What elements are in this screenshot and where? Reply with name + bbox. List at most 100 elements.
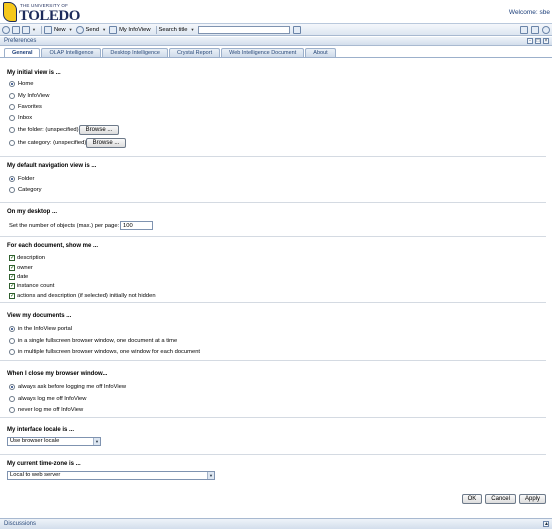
initial-view-option-favorites[interactable]: Favorites <box>9 104 42 110</box>
tab-general[interactable]: General <box>4 48 41 57</box>
my-infoview-button[interactable]: My InfoView <box>119 27 150 33</box>
radio-button[interactable] <box>9 407 15 413</box>
browse-category-button[interactable]: Browse ... <box>86 138 126 148</box>
ok-button[interactable]: OK <box>461 494 483 504</box>
list-view-icon[interactable] <box>12 25 20 34</box>
refresh-icon[interactable] <box>2 25 10 34</box>
navigation-view-section: My default navigation view is ... Folder… <box>0 158 546 203</box>
apply-button[interactable]: Apply <box>518 494 546 504</box>
radio-button[interactable] <box>9 384 15 390</box>
show-actions-checkbox[interactable]: ✓ actions and description (if selected) … <box>9 293 156 299</box>
initial-view-title: My initial view is ... <box>7 70 61 76</box>
dialog-buttons: OK Cancel Apply <box>459 494 546 504</box>
radio-button[interactable] <box>9 127 15 133</box>
logoff-option-always[interactable]: always log me off InfoView <box>9 396 86 402</box>
preferences-icon[interactable] <box>542 26 550 34</box>
option-label: Favorites <box>18 104 42 110</box>
logoff-option-never[interactable]: never log me off InfoView <box>9 407 83 413</box>
search-dropdown-icon[interactable]: ▼ <box>191 27 195 32</box>
new-dropdown-icon[interactable]: ▼ <box>69 27 73 32</box>
initial-view-option-myinfoview[interactable]: My InfoView <box>9 93 49 99</box>
discussions-title: Discussions <box>4 521 37 527</box>
view-option-single-window[interactable]: in a single fullscreen browser window, o… <box>9 338 177 344</box>
tab-crystal-report[interactable]: Crystal Report <box>168 48 221 57</box>
view-documents-section: View my documents ... in the InfoView po… <box>0 304 546 361</box>
checkbox[interactable]: ✓ <box>9 283 15 289</box>
chevron-down-icon[interactable]: ▼ <box>93 438 100 445</box>
discussions-panel-header[interactable]: Discussions ▲ <box>0 518 552 529</box>
new-button[interactable]: New <box>54 27 66 33</box>
search-title-button[interactable]: Search title <box>159 27 188 33</box>
radio-button[interactable] <box>9 176 15 182</box>
close-icon[interactable]: × <box>543 38 549 44</box>
send-dropdown-icon[interactable]: ▼ <box>102 27 106 32</box>
option-label: the folder: (unspecified) <box>18 127 79 133</box>
option-label: Category <box>18 187 42 193</box>
browse-folder-button[interactable]: Browse ... <box>79 125 119 135</box>
search-icon[interactable] <box>292 25 301 34</box>
radio-button[interactable] <box>9 140 15 146</box>
close-browser-section: When I close my browser window... always… <box>0 362 546 418</box>
checkbox[interactable]: ✓ <box>9 274 15 280</box>
maximize-icon[interactable]: □ <box>535 38 541 44</box>
tab-web-intelligence-document[interactable]: Web Intelligence Document <box>221 48 305 57</box>
nav-option-folder[interactable]: Folder <box>9 176 34 182</box>
option-label: date <box>17 274 29 280</box>
tab-olap-intelligence[interactable]: OLAP Intelligence <box>41 48 102 57</box>
welcome-text: Welcome: sbe <box>508 9 550 16</box>
logoff-option-ask[interactable]: always ask before logging me off InfoVie… <box>9 384 126 390</box>
checkbox[interactable]: ✓ <box>9 265 15 271</box>
initial-view-option-home[interactable]: Home <box>9 81 33 87</box>
radio-button[interactable] <box>9 338 15 344</box>
toolbar-separator <box>155 25 157 34</box>
initial-view-option-category[interactable]: the category: (unspecified) <box>9 140 86 146</box>
checkbox[interactable]: ✓ <box>9 293 15 299</box>
folder-view-icon[interactable] <box>22 25 30 34</box>
dashboard-icon[interactable] <box>520 26 528 34</box>
radio-button[interactable] <box>9 104 15 110</box>
show-description-checkbox[interactable]: ✓ description <box>9 255 45 261</box>
search-input[interactable] <box>197 25 290 34</box>
main-toolbar: ▼ New ▼ Send ▼ My InfoView Search title … <box>0 24 552 36</box>
radio-button[interactable] <box>9 93 15 99</box>
tab-about[interactable]: About <box>305 48 336 57</box>
minimize-icon[interactable]: - <box>527 38 533 44</box>
radio-button[interactable] <box>9 81 15 87</box>
lock-icon[interactable] <box>531 26 539 34</box>
my-infoview-icon[interactable] <box>109 25 118 34</box>
chevron-down-icon[interactable]: ▼ <box>207 472 214 479</box>
nav-option-category[interactable]: Category <box>9 187 42 193</box>
option-label: description <box>17 255 46 261</box>
initial-view-option-inbox[interactable]: Inbox <box>9 115 32 121</box>
radio-button[interactable] <box>9 115 15 121</box>
radio-button[interactable] <box>9 187 15 193</box>
timezone-select[interactable]: Local to web server ▼ <box>7 471 215 480</box>
tab-desktop-intelligence[interactable]: Desktop Intelligence <box>102 48 168 57</box>
option-label: never log me off InfoView <box>18 407 84 413</box>
cancel-button[interactable]: Cancel <box>485 494 516 504</box>
send-icon[interactable] <box>75 25 84 34</box>
radio-button[interactable] <box>9 396 15 402</box>
show-date-checkbox[interactable]: ✓ date <box>9 274 28 280</box>
logo-big-text: TOLEDO <box>19 8 80 24</box>
option-label: owner <box>17 265 33 271</box>
show-instance-count-checkbox[interactable]: ✓ instance count <box>9 283 54 289</box>
radio-button[interactable] <box>9 349 15 355</box>
radio-button[interactable] <box>9 326 15 332</box>
new-document-icon[interactable] <box>43 25 52 34</box>
locale-select[interactable]: Use browser locale ▼ <box>7 437 101 446</box>
view-option-portal[interactable]: in the InfoView portal <box>9 326 72 332</box>
view-option-multiple-windows[interactable]: in multiple fullscreen browser windows, … <box>9 349 200 355</box>
close-browser-title: When I close my browser window... <box>7 371 108 377</box>
objects-per-page-label: Set the number of objects (max.) per pag… <box>9 223 120 229</box>
show-owner-checkbox[interactable]: ✓ owner <box>9 265 33 271</box>
objects-per-page-input[interactable] <box>120 221 153 230</box>
locale-section: My interface locale is ... Use browser l… <box>0 419 546 455</box>
toolbar-right-group <box>517 26 550 34</box>
option-label: actions and description (if selected) in… <box>17 293 156 299</box>
expand-icon[interactable]: ▲ <box>543 521 549 527</box>
send-button[interactable]: Send <box>86 27 100 33</box>
initial-view-option-folder[interactable]: the folder: (unspecified) <box>9 127 79 133</box>
view-dropdown-icon[interactable]: ▼ <box>32 27 36 32</box>
checkbox[interactable]: ✓ <box>9 255 15 261</box>
